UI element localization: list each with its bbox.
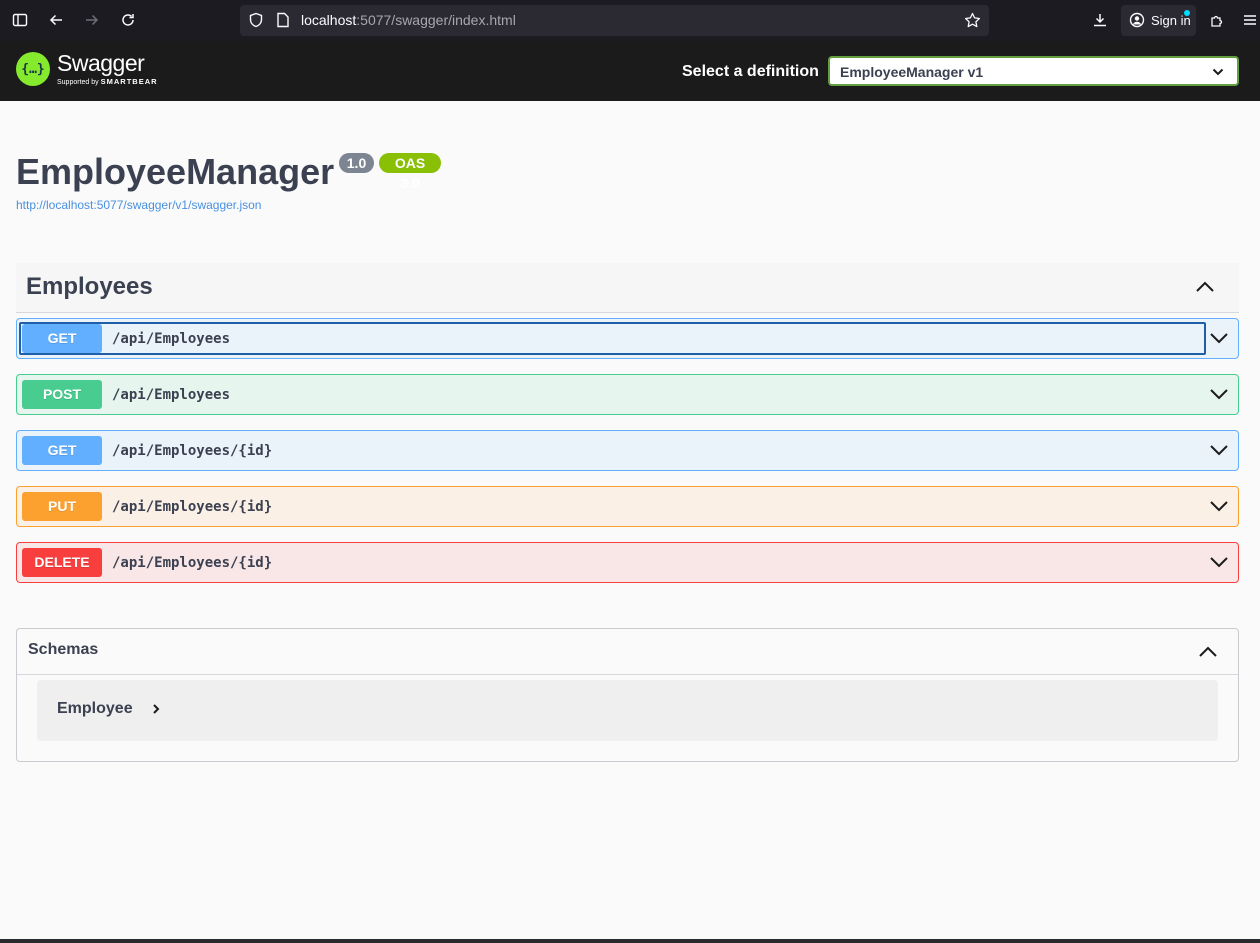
chevron-down-icon[interactable] xyxy=(1209,554,1229,570)
browser-toolbar: localhost:5077/swagger/index.html Sign i… xyxy=(0,0,1260,41)
chevron-down-icon[interactable] xyxy=(1209,330,1229,346)
bookmark-star-icon[interactable] xyxy=(964,12,981,34)
chevron-up-icon[interactable] xyxy=(1194,277,1216,297)
tag-title: Employees xyxy=(26,273,153,300)
method-badge-delete: DELETE xyxy=(22,548,102,577)
swagger-topbar: {…} Swagger Supported by SMARTBEAR Selec… xyxy=(0,41,1260,101)
account-icon xyxy=(1129,12,1145,31)
chevron-down-icon xyxy=(1211,65,1225,79)
menu-icon[interactable] xyxy=(1238,8,1260,32)
extensions-icon[interactable] xyxy=(1205,8,1229,32)
page-icon xyxy=(276,12,290,33)
api-title: EmployeeManager xyxy=(16,151,335,192)
spec-url-link[interactable]: http://localhost:5077/swagger/v1/swagger… xyxy=(16,198,261,212)
operation-post-employees[interactable]: POST /api/Employees xyxy=(16,374,1239,415)
definition-select-value: EmployeeManager v1 xyxy=(840,64,984,80)
method-badge-get: GET xyxy=(22,324,102,353)
method-badge-post: POST xyxy=(22,380,102,409)
tag-header-employees[interactable]: Employees xyxy=(16,263,1239,313)
sign-in-button[interactable]: Sign in xyxy=(1121,5,1196,36)
model-name: Employee xyxy=(57,700,133,717)
operation-path: /api/Employees/{id} xyxy=(112,555,273,571)
sidebar-toggle-icon[interactable] xyxy=(8,8,32,32)
taskbar-edge xyxy=(0,939,1260,943)
version-badge: 1.0 xyxy=(339,153,374,173)
swagger-logo-subtitle: Supported by SMARTBEAR xyxy=(57,77,158,86)
model-employee[interactable]: Employee xyxy=(37,680,1218,741)
schemas-title: Schemas xyxy=(28,641,99,658)
schemas-section: Schemas Employee xyxy=(16,628,1239,762)
notification-dot xyxy=(1184,10,1190,16)
reload-icon[interactable] xyxy=(116,8,140,32)
method-badge-put: PUT xyxy=(22,492,102,521)
download-icon[interactable] xyxy=(1088,8,1112,32)
operation-path: /api/Employees xyxy=(112,387,231,403)
definition-select[interactable]: EmployeeManager v1 xyxy=(828,56,1239,86)
chevron-down-icon[interactable] xyxy=(1209,442,1229,458)
shield-icon[interactable] xyxy=(248,12,264,33)
method-badge-get: GET xyxy=(22,436,102,465)
operation-get-employees[interactable]: GET /api/Employees xyxy=(16,318,1239,359)
address-bar[interactable]: localhost:5077/swagger/index.html xyxy=(240,5,989,36)
swagger-logo-icon: {…} xyxy=(16,52,50,86)
chevron-down-icon[interactable] xyxy=(1209,498,1229,514)
oas-badge: OAS 3.0 xyxy=(379,153,441,191)
forward-arrow-icon[interactable] xyxy=(80,8,104,32)
operation-path: /api/Employees/{id} xyxy=(112,443,273,459)
operation-path: /api/Employees xyxy=(112,331,231,347)
operation-delete-employee[interactable]: DELETE /api/Employees/{id} xyxy=(16,542,1239,583)
url-text[interactable]: localhost:5077/swagger/index.html xyxy=(301,12,516,28)
schemas-header[interactable]: Schemas xyxy=(17,629,1238,675)
definition-label: Select a definition xyxy=(682,63,819,80)
swagger-logo[interactable]: {…} Swagger Supported by SMARTBEAR xyxy=(16,51,158,87)
operation-get-employee-by-id[interactable]: GET /api/Employees/{id} xyxy=(16,430,1239,471)
chevron-right-icon[interactable] xyxy=(150,702,162,716)
operation-put-employee[interactable]: PUT /api/Employees/{id} xyxy=(16,486,1239,527)
swagger-logo-name: Swagger xyxy=(57,50,145,76)
operation-path: /api/Employees/{id} xyxy=(112,499,273,515)
chevron-down-icon[interactable] xyxy=(1209,386,1229,402)
back-arrow-icon[interactable] xyxy=(44,8,68,32)
chevron-up-icon[interactable] xyxy=(1197,642,1219,662)
